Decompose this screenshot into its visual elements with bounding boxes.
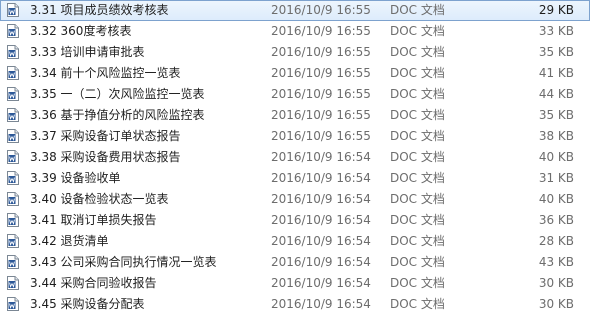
word-document-icon: [7, 213, 19, 227]
file-size: 31 KB: [538, 171, 574, 185]
file-name[interactable]: 3.33 培训申请审批表: [30, 42, 145, 63]
file-modified-date: 2016/10/9 16:55: [271, 108, 371, 122]
file-row[interactable]: 3.37 采购设备订单状态报告 2016/10/9 16:55 DOC 文档 38 K…: [0, 126, 590, 147]
file-modified-date: 2016/10/9 16:54: [271, 192, 371, 206]
file-row[interactable]: 3.43 公司采购合同执行情况一览表 2016/10/9 16:54 DOC 文档 4…: [0, 252, 590, 273]
file-name[interactable]: 3.44 采购合同验收报告: [30, 273, 157, 294]
file-type: DOC 文档: [390, 24, 445, 38]
file-type: DOC 文档: [390, 45, 445, 59]
word-document-icon: [7, 276, 19, 290]
file-modified-date: 2016/10/9 16:54: [271, 234, 371, 248]
file-type: DOC 文档: [390, 66, 445, 80]
file-row[interactable]: 3.32 360度考核表 2016/10/9 16:55 DOC 文档 33 KB: [0, 21, 590, 42]
file-size: 30 KB: [538, 297, 574, 311]
file-modified-date: 2016/10/9 16:55: [271, 24, 371, 38]
word-document-icon: [7, 3, 19, 17]
file-type: DOC 文档: [390, 297, 445, 311]
file-name[interactable]: 3.41 取消订单损失报告: [30, 210, 157, 231]
file-size: 41 KB: [538, 66, 574, 80]
file-row[interactable]: 3.31 项目成员绩效考核表 2016/10/9 16:55 DOC 文档 29 KB: [0, 0, 590, 21]
word-document-icon: [7, 87, 19, 101]
file-row[interactable]: 3.33 培训申请审批表 2016/10/9 16:55 DOC 文档 35 KB: [0, 42, 590, 63]
file-modified-date: 2016/10/9 16:54: [271, 150, 371, 164]
file-size: 36 KB: [538, 213, 574, 227]
file-name[interactable]: 3.31 项目成员绩效考核表: [30, 0, 169, 21]
file-name[interactable]: 3.42 退货清单: [30, 231, 109, 252]
word-document-icon: [7, 129, 19, 143]
file-modified-date: 2016/10/9 16:54: [271, 297, 371, 311]
word-document-icon: [7, 24, 19, 38]
file-type: DOC 文档: [390, 255, 445, 269]
file-name[interactable]: 3.36 基于挣值分析的风险监控表: [30, 105, 205, 126]
word-document-icon: [7, 255, 19, 269]
file-row[interactable]: 3.42 退货清单 2016/10/9 16:54 DOC 文档 28 KB: [0, 231, 590, 252]
file-row[interactable]: 3.45 采购设备分配表 2016/10/9 16:54 DOC 文档 30 KB: [0, 294, 590, 315]
file-size: 40 KB: [538, 192, 574, 206]
file-size: 33 KB: [538, 24, 574, 38]
file-size: 35 KB: [538, 108, 574, 122]
file-name[interactable]: 3.45 采购设备分配表: [30, 294, 145, 315]
file-name[interactable]: 3.40 设备检验状态一览表: [30, 189, 169, 210]
file-row[interactable]: 3.44 采购合同验收报告 2016/10/9 16:54 DOC 文档 30 KB: [0, 273, 590, 294]
file-size: 43 KB: [538, 255, 574, 269]
file-row[interactable]: 3.40 设备检验状态一览表 2016/10/9 16:54 DOC 文档 40 KB: [0, 189, 590, 210]
file-size: 28 KB: [538, 234, 574, 248]
word-document-icon: [7, 192, 19, 206]
file-size: 29 KB: [538, 3, 574, 17]
word-document-icon: [7, 108, 19, 122]
file-name[interactable]: 3.39 设备验收单: [30, 168, 121, 189]
file-name[interactable]: 3.34 前十个风险监控一览表: [30, 63, 181, 84]
file-modified-date: 2016/10/9 16:54: [271, 213, 371, 227]
file-size: 35 KB: [538, 45, 574, 59]
file-modified-date: 2016/10/9 16:55: [271, 87, 371, 101]
file-name[interactable]: 3.43 公司采购合同执行情况一览表: [30, 252, 217, 273]
file-type: DOC 文档: [390, 150, 445, 164]
file-row[interactable]: 3.41 取消订单损失报告 2016/10/9 16:54 DOC 文档 36 KB: [0, 210, 590, 231]
file-row[interactable]: 3.34 前十个风险监控一览表 2016/10/9 16:55 DOC 文档 41 K…: [0, 63, 590, 84]
word-document-icon: [7, 66, 19, 80]
file-type: DOC 文档: [390, 3, 445, 17]
file-size: 40 KB: [538, 150, 574, 164]
file-modified-date: 2016/10/9 16:55: [271, 129, 371, 143]
word-document-icon: [7, 297, 19, 311]
word-document-icon: [7, 234, 19, 248]
file-modified-date: 2016/10/9 16:54: [271, 276, 371, 290]
file-modified-date: 2016/10/9 16:54: [271, 171, 371, 185]
file-row[interactable]: 3.38 采购设备费用状态报告 2016/10/9 16:54 DOC 文档 40 K…: [0, 147, 590, 168]
file-type: DOC 文档: [390, 171, 445, 185]
file-type: DOC 文档: [390, 276, 445, 290]
file-size: 38 KB: [538, 129, 574, 143]
file-row[interactable]: 3.35 一（二）次风险监控一览表 2016/10/9 16:55 DOC 文档 44…: [0, 84, 590, 105]
file-list: 3.31 项目成员绩效考核表 2016/10/9 16:55 DOC 文档 29 KB…: [0, 0, 590, 322]
file-size: 30 KB: [538, 276, 574, 290]
file-name[interactable]: 3.38 采购设备费用状态报告: [30, 147, 181, 168]
file-modified-date: 2016/10/9 16:54: [271, 255, 371, 269]
file-modified-date: 2016/10/9 16:55: [271, 3, 371, 17]
word-document-icon: [7, 150, 19, 164]
file-modified-date: 2016/10/9 16:55: [271, 45, 371, 59]
file-name[interactable]: 3.35 一（二）次风险监控一览表: [30, 84, 205, 105]
word-document-icon: [7, 45, 19, 59]
file-modified-date: 2016/10/9 16:55: [271, 66, 371, 80]
file-size: 44 KB: [538, 87, 574, 101]
file-type: DOC 文档: [390, 213, 445, 227]
file-type: DOC 文档: [390, 129, 445, 143]
file-type: DOC 文档: [390, 192, 445, 206]
file-type: DOC 文档: [390, 108, 445, 122]
file-name[interactable]: 3.32 360度考核表: [30, 21, 131, 42]
file-name[interactable]: 3.37 采购设备订单状态报告: [30, 126, 181, 147]
word-document-icon: [7, 171, 19, 185]
file-row[interactable]: 3.39 设备验收单 2016/10/9 16:54 DOC 文档 31 KB: [0, 168, 590, 189]
file-type: DOC 文档: [390, 234, 445, 248]
file-row[interactable]: 3.36 基于挣值分析的风险监控表 2016/10/9 16:55 DOC 文档 35…: [0, 105, 590, 126]
file-type: DOC 文档: [390, 87, 445, 101]
